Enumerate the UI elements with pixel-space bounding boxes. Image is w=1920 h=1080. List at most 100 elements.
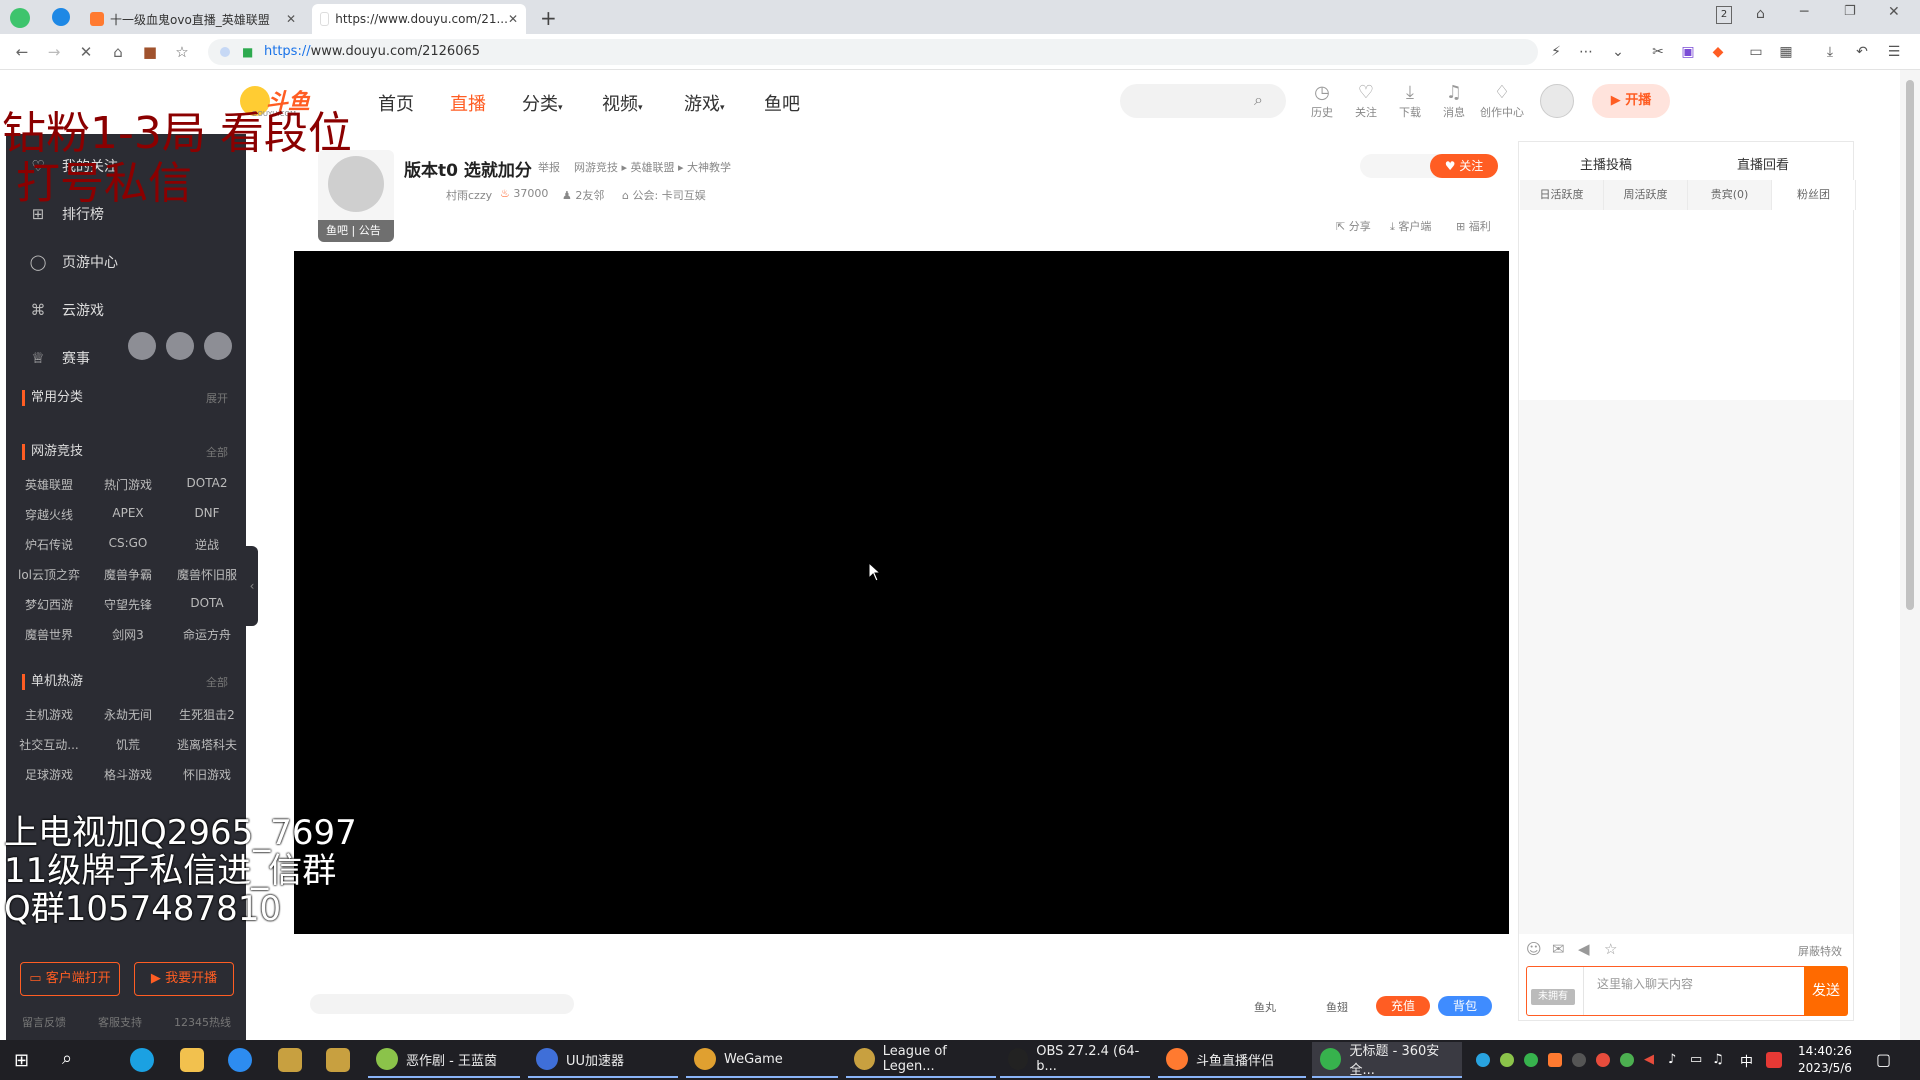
subtab-daily[interactable]: 日活跃度 [1520, 180, 1604, 210]
category-link[interactable]: 逃离塔科夫 [168, 736, 246, 753]
dota-event-icon[interactable] [166, 332, 194, 360]
notice-tag[interactable]: 公告 [359, 224, 381, 237]
subtab-weekly[interactable]: 周活跃度 [1604, 180, 1688, 210]
sogou-ime-icon[interactable] [1766, 1052, 1782, 1068]
category-link[interactable]: DOTA [168, 596, 246, 610]
noble-icon[interactable]: ☆ [1604, 940, 1617, 958]
minimize-icon[interactable]: ─ [1800, 4, 1808, 20]
tray-icon[interactable] [1620, 1053, 1634, 1067]
megaphone-icon[interactable]: ◀ [1578, 940, 1590, 958]
category-link[interactable]: 英雄联盟 [10, 476, 88, 493]
scrollbar-thumb[interactable] [1906, 80, 1914, 610]
open-client-button[interactable]: ▭ 客户端打开 [20, 962, 120, 996]
category-link[interactable]: 逆战 [168, 536, 246, 553]
start-broadcast-button[interactable]: ▶ 开播 [1592, 84, 1670, 118]
tray-icon[interactable] [1596, 1053, 1610, 1067]
category-link[interactable]: 剑网3 [89, 626, 167, 643]
backpack-button[interactable]: 背包 [1438, 996, 1492, 1016]
category-link[interactable]: 永劫无间 [89, 706, 167, 723]
header-message[interactable]: ♫ 消息 [1436, 82, 1472, 120]
header-follow[interactable]: ♡ 关注 [1348, 82, 1384, 120]
tab-douyu-room-1[interactable]: 十一级血鬼ovo直播_英雄联盟 ✕ [82, 4, 304, 34]
windows-start-icon[interactable]: ⊞ [14, 1050, 29, 1071]
folder-icon[interactable] [180, 1048, 204, 1072]
search-icon[interactable]: ⌕ [1254, 90, 1263, 110]
category-link[interactable]: 生死狙击2 [168, 706, 246, 723]
category-link[interactable]: 怀旧游戏 [168, 766, 246, 783]
translate-icon[interactable]: ▣ [1678, 42, 1698, 62]
window-count-badge[interactable]: 2 [1716, 6, 1732, 24]
section-all-link[interactable]: 全部 [206, 444, 228, 460]
close-icon[interactable]: ✕ [286, 12, 296, 26]
network-icon[interactable]: ▭ [1690, 1052, 1702, 1067]
game-icon[interactable]: ◆ [1708, 42, 1728, 62]
header-download[interactable]: ⤓ 下载 [1392, 82, 1428, 120]
feedback-link[interactable]: 留言反馈 [22, 1014, 66, 1030]
sidebar-collapse-button[interactable]: ‹ [246, 546, 258, 626]
category-link[interactable]: 主机游戏 [10, 706, 88, 723]
stop-icon[interactable]: ✕ [76, 42, 96, 62]
tab-replay[interactable]: 直播回看 [1737, 154, 1789, 173]
tray-icon[interactable] [1572, 1053, 1586, 1067]
volume-icon[interactable]: ♫ [1712, 1052, 1724, 1067]
sidebar-item-webgame[interactable]: ◯ 页游中心 [28, 250, 118, 274]
chat-area[interactable] [1519, 400, 1853, 934]
category-link[interactable]: 热门游戏 [89, 476, 167, 493]
recharge-button[interactable]: 充值 [1376, 996, 1430, 1016]
new-tab-button[interactable]: + [540, 6, 557, 30]
sogou-icon[interactable] [228, 1048, 252, 1072]
window-close-icon[interactable]: ✕ [1888, 4, 1900, 20]
nav-live[interactable]: 直播 [450, 90, 486, 116]
header-creator[interactable]: ♢ 创作中心 [1480, 82, 1524, 120]
emoji-icon[interactable]: ☺ [1526, 940, 1542, 958]
guild-info[interactable]: ⌂ 公会: 卡司互娱 [622, 187, 706, 203]
notification-icon[interactable]: ▢ [1876, 1050, 1891, 1069]
tab-streamer-posts[interactable]: 主播投稿 [1580, 154, 1632, 173]
edge-icon[interactable] [130, 1048, 154, 1072]
hotline-link[interactable]: 12345热线 [174, 1014, 231, 1030]
tray-icon[interactable] [1548, 1053, 1562, 1067]
taskbar-app[interactable]: WeGame [686, 1042, 838, 1078]
microphone-icon[interactable]: ♪ [1668, 1052, 1676, 1067]
gift-bar[interactable] [310, 994, 574, 1014]
category-link[interactable]: 守望先锋 [89, 596, 167, 613]
envelope-icon[interactable]: ✉ [1552, 940, 1565, 958]
download-icon[interactable]: ⤓ [1820, 42, 1840, 62]
category-link[interactable]: DOTA2 [168, 476, 246, 490]
taskbar-app[interactable]: 斗鱼直播伴侣 [1158, 1042, 1306, 1078]
sidebar-item-cloudgame[interactable]: ⌘ 云游戏 [28, 298, 105, 322]
url-input[interactable]: ■ https://www.douyu.com/2126065 [208, 39, 1538, 65]
screen-icon[interactable]: ▭ [1746, 42, 1766, 62]
tray-icon[interactable] [1500, 1053, 1514, 1067]
category-link[interactable]: 魔兽争霸 [89, 566, 167, 583]
breadcrumb-item[interactable]: 英雄联盟 [631, 161, 675, 174]
nav-category[interactable]: 分类▾ [522, 90, 563, 116]
telegram-icon[interactable] [52, 8, 70, 26]
nav-game[interactable]: 游戏▾ [684, 90, 725, 116]
app-icon[interactable] [278, 1048, 302, 1072]
category-link[interactable]: 社交互动... [10, 736, 88, 753]
close-icon[interactable]: ✕ [508, 12, 518, 26]
nav-video[interactable]: 视频▾ [602, 90, 643, 116]
common-expand-link[interactable]: 展开 [206, 390, 228, 406]
search-input[interactable]: ⌕ [1120, 84, 1286, 118]
nav-home[interactable]: 首页 [378, 90, 414, 116]
home-icon[interactable]: ⌂ [108, 42, 128, 62]
tab-douyu-room-2[interactable]: https://www.douyu.com/21... ✕ [312, 4, 526, 34]
category-link[interactable]: 足球游戏 [10, 766, 88, 783]
i-want-broadcast-button[interactable]: ▶ 我要开播 [134, 962, 234, 996]
category-link[interactable]: CS:GO [89, 536, 167, 550]
category-link[interactable]: 魔兽怀旧服 [168, 566, 246, 583]
shirt-icon[interactable]: ⌂ [1756, 6, 1765, 22]
share-button[interactable]: ⇱ 分享 [1336, 218, 1371, 234]
forward-icon[interactable]: → [44, 42, 64, 62]
bookmark-star-icon[interactable]: ☆ [172, 42, 192, 62]
search-icon[interactable]: ⌕ [62, 1048, 72, 1069]
category-link[interactable]: 梦幻西游 [10, 596, 88, 613]
chevron-down-icon[interactable]: ⌄ [1608, 42, 1628, 62]
category-link[interactable]: lol云顶之弈 [10, 566, 88, 583]
category-link[interactable]: APEX [89, 506, 167, 520]
category-link[interactable]: 炉石传说 [10, 536, 88, 553]
nav-fishbar[interactable]: 鱼吧 [764, 90, 800, 116]
taskbar-app[interactable]: 无标题 - 360安全... [1312, 1042, 1462, 1078]
